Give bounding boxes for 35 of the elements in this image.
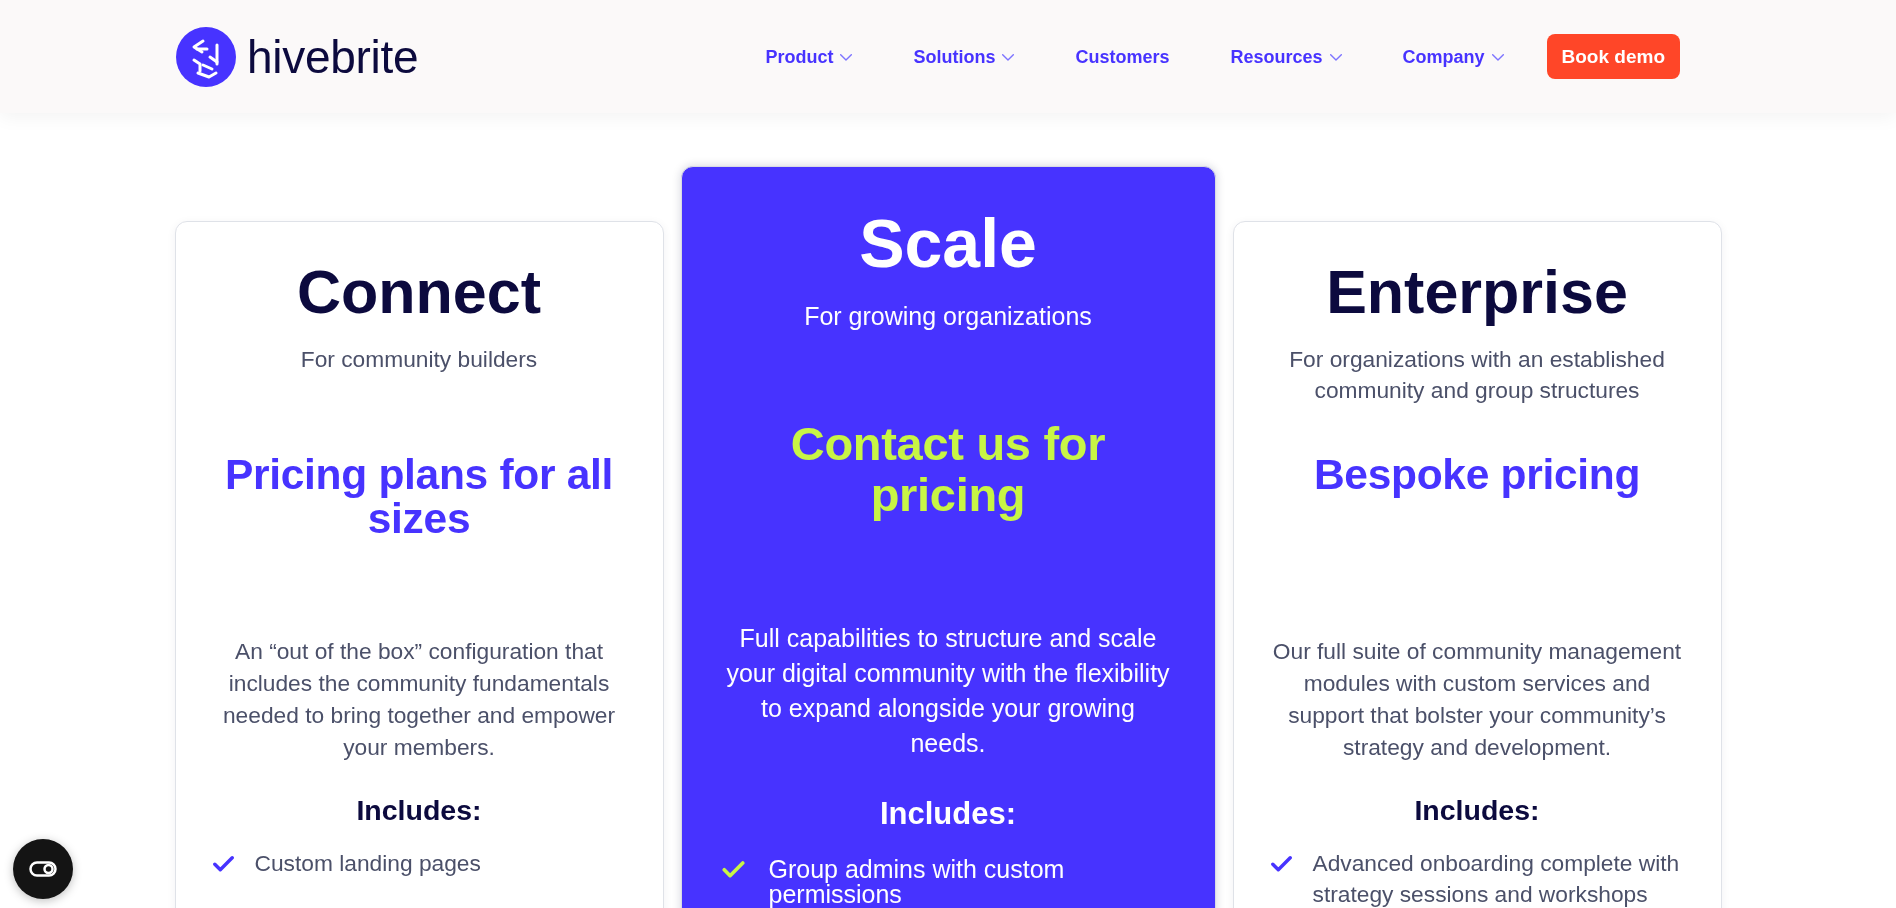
plan-description: Our full suite of community management modules with custom services and support that bolster your community’s strategy and development.: [1271, 637, 1683, 762]
check-icon: [212, 855, 234, 872]
chevron-down-icon: [1329, 54, 1342, 61]
nav-link[interactable]: Company: [1402, 44, 1504, 69]
includes-heading: Includes:: [1414, 793, 1540, 827]
floating-button[interactable]: [13, 839, 73, 899]
plan-tagline: For organizations with an established community and group structures: [1288, 345, 1666, 405]
plan-price: Contact us for pricing: [789, 418, 1107, 520]
plan-price: Pricing plans for all sizes: [223, 453, 615, 541]
plan-title: Enterprise: [1326, 259, 1628, 326]
check-icon: [721, 860, 745, 878]
plan-description: Full capabilities to structure and scale your digital community with the flexibility to expand alongside your growing needs.: [725, 623, 1171, 759]
book-demo-button[interactable]: Book demo: [1546, 34, 1680, 79]
chevron-down-icon: [1002, 54, 1015, 61]
plan-tagline: For community builders: [299, 345, 539, 374]
logo-text[interactable]: hivebrite: [247, 30, 419, 83]
chevron-down-icon: [840, 54, 853, 61]
feature-text: Advanced onboarding complete with strategy sessions and workshops: [1312, 849, 1681, 908]
logo-icon: [176, 26, 236, 87]
plan-description: An “out of the box” configuration that includes the community fundamentals needed to bring together and empower your members.: [221, 637, 617, 762]
includes-heading: Includes:: [879, 795, 1017, 832]
plan-title: Scale: [859, 206, 1037, 281]
plan-tagline: For growing organizations: [803, 301, 1093, 332]
nav-link[interactable]: Customers: [1075, 44, 1170, 69]
nav-link[interactable]: Solutions: [913, 44, 1015, 69]
nav-link[interactable]: Resources: [1230, 44, 1342, 69]
feature-text: Group admins with custom permissions: [768, 856, 1066, 907]
chevron-down-icon: [1491, 54, 1504, 61]
feature-text: Custom landing pages: [254, 849, 481, 878]
plan-title: Connect: [297, 259, 541, 326]
includes-heading: Includes:: [356, 793, 482, 827]
check-icon: [1270, 855, 1292, 872]
nav-link[interactable]: Product: [765, 44, 853, 69]
toggle-icon: [29, 861, 57, 877]
plan-price: Bespoke pricing: [1312, 453, 1642, 497]
